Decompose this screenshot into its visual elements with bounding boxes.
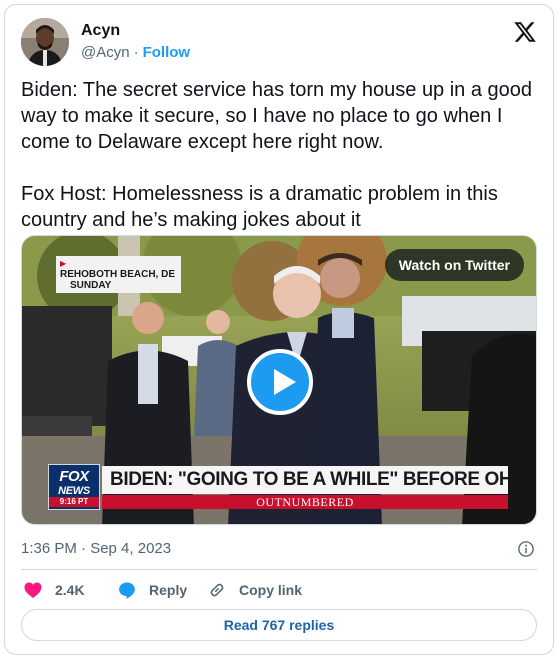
play-icon xyxy=(274,369,296,395)
divider xyxy=(21,569,537,570)
watch-on-twitter-button[interactable]: Watch on Twitter xyxy=(384,249,524,281)
info-icon[interactable] xyxy=(517,540,535,558)
reply-button[interactable]: Reply xyxy=(117,579,187,601)
location-line-1: REHOBOTH BEACH, DE xyxy=(60,269,176,280)
tweet-header: Acyn @Acyn · Follow xyxy=(21,18,537,68)
follow-button[interactable]: Follow xyxy=(143,44,191,61)
x-logo-icon[interactable] xyxy=(513,20,537,44)
timestamp[interactable]: 1:36 PM · Sep 4, 2023 xyxy=(21,540,171,557)
fox-news-logo: FOX NEWS 9:16 PT xyxy=(48,464,100,510)
like-count: 2.4K xyxy=(55,582,85,598)
copy-link-label: Copy link xyxy=(239,582,303,598)
network-line-2: NEWS xyxy=(58,485,90,497)
author-handle-line: @Acyn · Follow xyxy=(81,44,190,61)
separator-dot: · xyxy=(133,44,139,61)
show-name: OUTNUMBERED xyxy=(102,495,508,509)
news-lower-third: FOX NEWS 9:16 PT BIDEN: "GOING TO BE A W… xyxy=(22,464,536,510)
play-button[interactable] xyxy=(247,349,313,415)
read-replies-button[interactable]: Read 767 replies xyxy=(21,609,537,641)
author-name[interactable]: Acyn xyxy=(81,22,120,40)
author-handle[interactable]: @Acyn xyxy=(81,44,130,61)
clock-text: 9:16 PT xyxy=(49,497,99,507)
link-icon xyxy=(210,583,224,597)
network-line-1: FOX xyxy=(59,468,89,485)
video-player[interactable]: ▶ REHOBOTH BEACH, DE SUNDAY Watch on Twit… xyxy=(21,235,537,525)
tweet-meta: 1:36 PM · Sep 4, 2023 xyxy=(21,540,537,560)
copy-link-button[interactable]: Copy link xyxy=(207,579,302,601)
tweet-card: Acyn @Acyn · Follow Biden: The secret serv… xyxy=(4,4,554,655)
tweet-text: Biden: The secret service has torn my ho… xyxy=(21,79,533,231)
avatar[interactable] xyxy=(21,18,69,66)
location-caption: ▶ REHOBOTH BEACH, DE SUNDAY xyxy=(56,256,182,293)
reply-label: Reply xyxy=(149,582,188,598)
action-bar: 2.4K Reply Copy link xyxy=(21,579,537,601)
headline-banner: BIDEN: "GOING TO BE A WHILE" BEFORE OHIO… xyxy=(102,466,508,494)
caption-arrow-icon: ▶ xyxy=(60,259,67,268)
location-line-2: SUNDAY xyxy=(70,280,112,291)
reply-bubble-icon xyxy=(119,582,135,599)
heart-icon xyxy=(24,582,42,598)
like-button[interactable]: 2.4K xyxy=(23,579,85,601)
